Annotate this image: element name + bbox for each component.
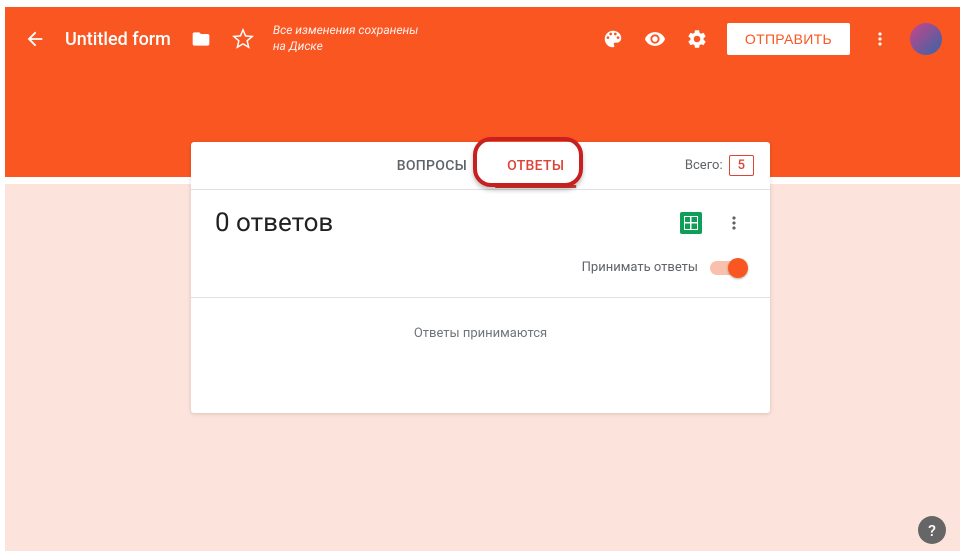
palette-icon[interactable] [601,27,625,51]
save-status: Все изменения сохранены на Диске [273,23,433,54]
more-vert-icon[interactable] [868,27,892,51]
accept-responses-label: Принимать ответы [582,260,698,275]
tab-questions[interactable]: ВОПРОСЫ [377,144,487,188]
back-arrow-icon[interactable] [23,27,47,51]
send-button[interactable]: ОТПРАВИТЬ [727,23,850,55]
avatar[interactable] [910,23,942,55]
tab-responses[interactable]: ОТВЕТЫ [487,144,584,188]
sheets-icon[interactable] [680,212,702,234]
form-title[interactable]: Untitled form [65,29,171,50]
help-icon[interactable]: ? [918,516,946,544]
responses-more-icon[interactable] [722,211,746,235]
responses-status-text: Ответы принимаются [414,326,547,341]
folder-icon[interactable] [189,27,213,51]
total-count: 5 [729,155,754,176]
settings-gear-icon[interactable] [685,27,709,51]
preview-eye-icon[interactable] [643,27,667,51]
total-label: Всего: [685,158,723,173]
responses-count-title: 0 ответов [215,208,333,238]
accept-responses-toggle[interactable] [710,261,746,275]
star-icon[interactable] [231,27,255,51]
responses-card: ВОПРОСЫ ОТВЕТЫ Всего: 5 0 ответов Приним… [191,142,770,413]
